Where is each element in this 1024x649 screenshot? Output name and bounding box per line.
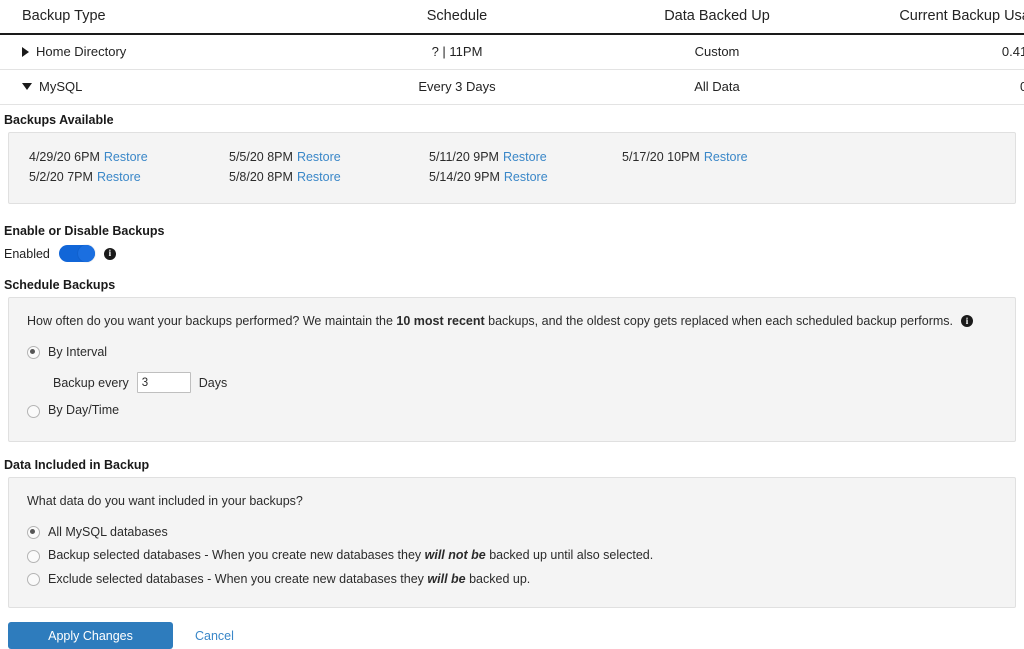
enable-disable-row: Enabled i	[0, 243, 1024, 262]
table-header: Backup Type Schedule Data Backed Up Curr…	[0, 0, 1024, 34]
cell-data-backed-up: All Data	[592, 70, 842, 105]
backups-column: 5/11/20 9PMRestore5/14/20 9PMRestore	[429, 147, 622, 187]
radio-option-by-interval[interactable]: By Interval	[27, 341, 997, 365]
radio-data-option-1[interactable]	[27, 550, 40, 563]
toggle-knob	[78, 245, 95, 262]
backup-entry: 4/29/20 6PM Restore	[29, 147, 229, 167]
radio-option-by-daytime[interactable]: By Day/Time	[27, 399, 997, 423]
collapse-triangle-down-icon[interactable]	[22, 83, 32, 90]
backup-timestamp: 5/11/20 9PM	[429, 150, 499, 164]
backup-settings-page: Backup Type Schedule Data Backed Up Curr…	[0, 0, 1024, 555]
backups-available-grid: 4/29/20 6PMRestore5/2/20 7PMRestore5/5/2…	[9, 133, 1015, 203]
data-included-option[interactable]: Exclude selected databases - When you cr…	[27, 568, 997, 592]
expand-triangle-right-icon[interactable]	[22, 47, 29, 57]
restore-link[interactable]: Restore	[504, 170, 548, 184]
backups-available-heading: Backups Available	[0, 113, 1024, 132]
backup-interval-row: Backup every Days	[27, 364, 997, 399]
backup-types-table: Backup Type Schedule Data Backed Up Curr…	[0, 0, 1024, 105]
option-text-emphasis: will be	[427, 572, 465, 586]
backup-timestamp: 5/2/20 7PM	[29, 170, 93, 184]
cell-schedule: ? | 11PM	[322, 34, 592, 70]
option-text-pre: Backup selected databases - When you cre…	[48, 548, 425, 562]
backup-timestamp: 5/8/20 8PM	[229, 170, 293, 184]
action-button-bar: Apply Changes Cancel	[0, 608, 1024, 649]
column-header-current-backup-usage: Current Backup Usage	[842, 0, 1024, 34]
restore-link[interactable]: Restore	[297, 150, 341, 164]
data-included-option[interactable]: All MySQL databases	[27, 521, 997, 545]
schedule-question-pre: How often do you want your backups perfo…	[27, 314, 396, 328]
column-header-backup-type: Backup Type	[0, 0, 322, 34]
backup-interval-input[interactable]	[137, 372, 191, 393]
enable-disable-heading: Enable or Disable Backups	[0, 224, 1024, 243]
data-included-question: What data do you want included in your b…	[27, 493, 997, 510]
column-header-data-backed-up: Data Backed Up	[592, 0, 842, 34]
column-header-schedule: Schedule	[322, 0, 592, 34]
option-text-pre: Exclude selected databases - When you cr…	[48, 572, 427, 586]
restore-link[interactable]: Restore	[297, 170, 341, 184]
radio-by-daytime[interactable]	[27, 405, 40, 418]
option-text-pre: All MySQL databases	[48, 525, 168, 539]
restore-link[interactable]: Restore	[704, 150, 748, 164]
backup-entry: 5/8/20 8PM Restore	[229, 167, 429, 187]
backups-enabled-toggle[interactable]	[59, 245, 95, 262]
backup-entry: 5/2/20 7PM Restore	[29, 167, 229, 187]
data-included-option-label: Backup selected databases - When you cre…	[48, 547, 653, 565]
schedule-backups-panel: How often do you want your backups perfo…	[8, 297, 1016, 442]
interval-prefix-label: Backup every	[53, 376, 129, 390]
cell-schedule: Every 3 Days	[322, 70, 592, 105]
restore-link[interactable]: Restore	[503, 150, 547, 164]
table-row-home-directory[interactable]: Home Directory ? | 11PM Custom 0.41GB	[0, 34, 1024, 70]
backup-timestamp: 5/14/20 9PM	[429, 170, 500, 184]
backup-timestamp: 4/29/20 6PM	[29, 150, 100, 164]
cell-current-backup-usage: 0.41GB	[842, 34, 1024, 70]
apply-changes-button[interactable]: Apply Changes	[8, 622, 173, 649]
backup-timestamp: 5/5/20 8PM	[229, 150, 293, 164]
table-header-row: Backup Type Schedule Data Backed Up Curr…	[0, 0, 1024, 34]
table-body: Home Directory ? | 11PM Custom 0.41GB My…	[0, 34, 1024, 105]
schedule-backups-heading: Schedule Backups	[0, 278, 1024, 297]
info-icon[interactable]: i	[104, 248, 116, 260]
toggle-state-label: Enabled	[4, 247, 50, 261]
schedule-question: How often do you want your backups perfo…	[27, 313, 997, 330]
info-icon[interactable]: i	[961, 315, 973, 327]
data-included-heading: Data Included in Backup	[0, 458, 1024, 477]
backup-type-label: Home Directory	[36, 44, 126, 59]
backup-entry: 5/17/20 10PM Restore	[622, 147, 822, 167]
schedule-question-post: backups, and the oldest copy gets replac…	[485, 314, 953, 328]
schedule-question-bold: 10 most recent	[396, 314, 484, 328]
restore-link[interactable]: Restore	[97, 170, 141, 184]
backup-entry: 5/11/20 9PM Restore	[429, 147, 622, 167]
data-included-option[interactable]: Backup selected databases - When you cre…	[27, 544, 997, 568]
backups-column: 4/29/20 6PM Restore 5/2/20 7PM Restore	[9, 147, 229, 187]
restore-link[interactable]: Restore	[104, 150, 148, 164]
option-text-post: backed up until also selected.	[486, 548, 653, 562]
option-text-emphasis: will not be	[425, 548, 486, 562]
table-row-mysql[interactable]: MySQL Every 3 Days All Data 0GB	[0, 70, 1024, 105]
data-included-question-text: What data do you want included in your b…	[27, 493, 303, 510]
cell-backup-type[interactable]: Home Directory	[0, 34, 322, 70]
cell-backup-type[interactable]: MySQL	[0, 70, 322, 105]
backup-timestamp: 5/17/20 10PM	[622, 150, 700, 164]
backups-available-panel: 4/29/20 6PMRestore5/2/20 7PMRestore5/5/2…	[8, 132, 1016, 204]
backup-entry: 5/5/20 8PM Restore	[229, 147, 429, 167]
cell-data-backed-up: Custom	[592, 34, 842, 70]
interval-suffix-label: Days	[199, 376, 227, 390]
radio-data-option-0[interactable]	[27, 526, 40, 539]
data-included-option-label: Exclude selected databases - When you cr…	[48, 571, 530, 589]
backups-column: 5/5/20 8PM Restore 5/8/20 8PM Restore	[229, 147, 429, 187]
radio-by-interval[interactable]	[27, 346, 40, 359]
radio-by-interval-label: By Interval	[48, 344, 107, 362]
data-included-option-label: All MySQL databases	[48, 524, 168, 542]
data-included-options: All MySQL databases Backup selected datab…	[27, 521, 997, 592]
cell-current-backup-usage: 0GB	[842, 70, 1024, 105]
data-included-panel: What data do you want included in your b…	[8, 477, 1016, 608]
radio-by-daytime-label: By Day/Time	[48, 402, 119, 420]
cancel-link[interactable]: Cancel	[195, 629, 234, 643]
backup-type-label: MySQL	[39, 79, 82, 94]
option-text-post: backed up.	[466, 572, 531, 586]
backup-entry: 5/14/20 9PM Restore	[429, 167, 622, 187]
backups-column: 5/17/20 10PM Restore	[622, 147, 822, 187]
radio-data-option-2[interactable]	[27, 573, 40, 586]
